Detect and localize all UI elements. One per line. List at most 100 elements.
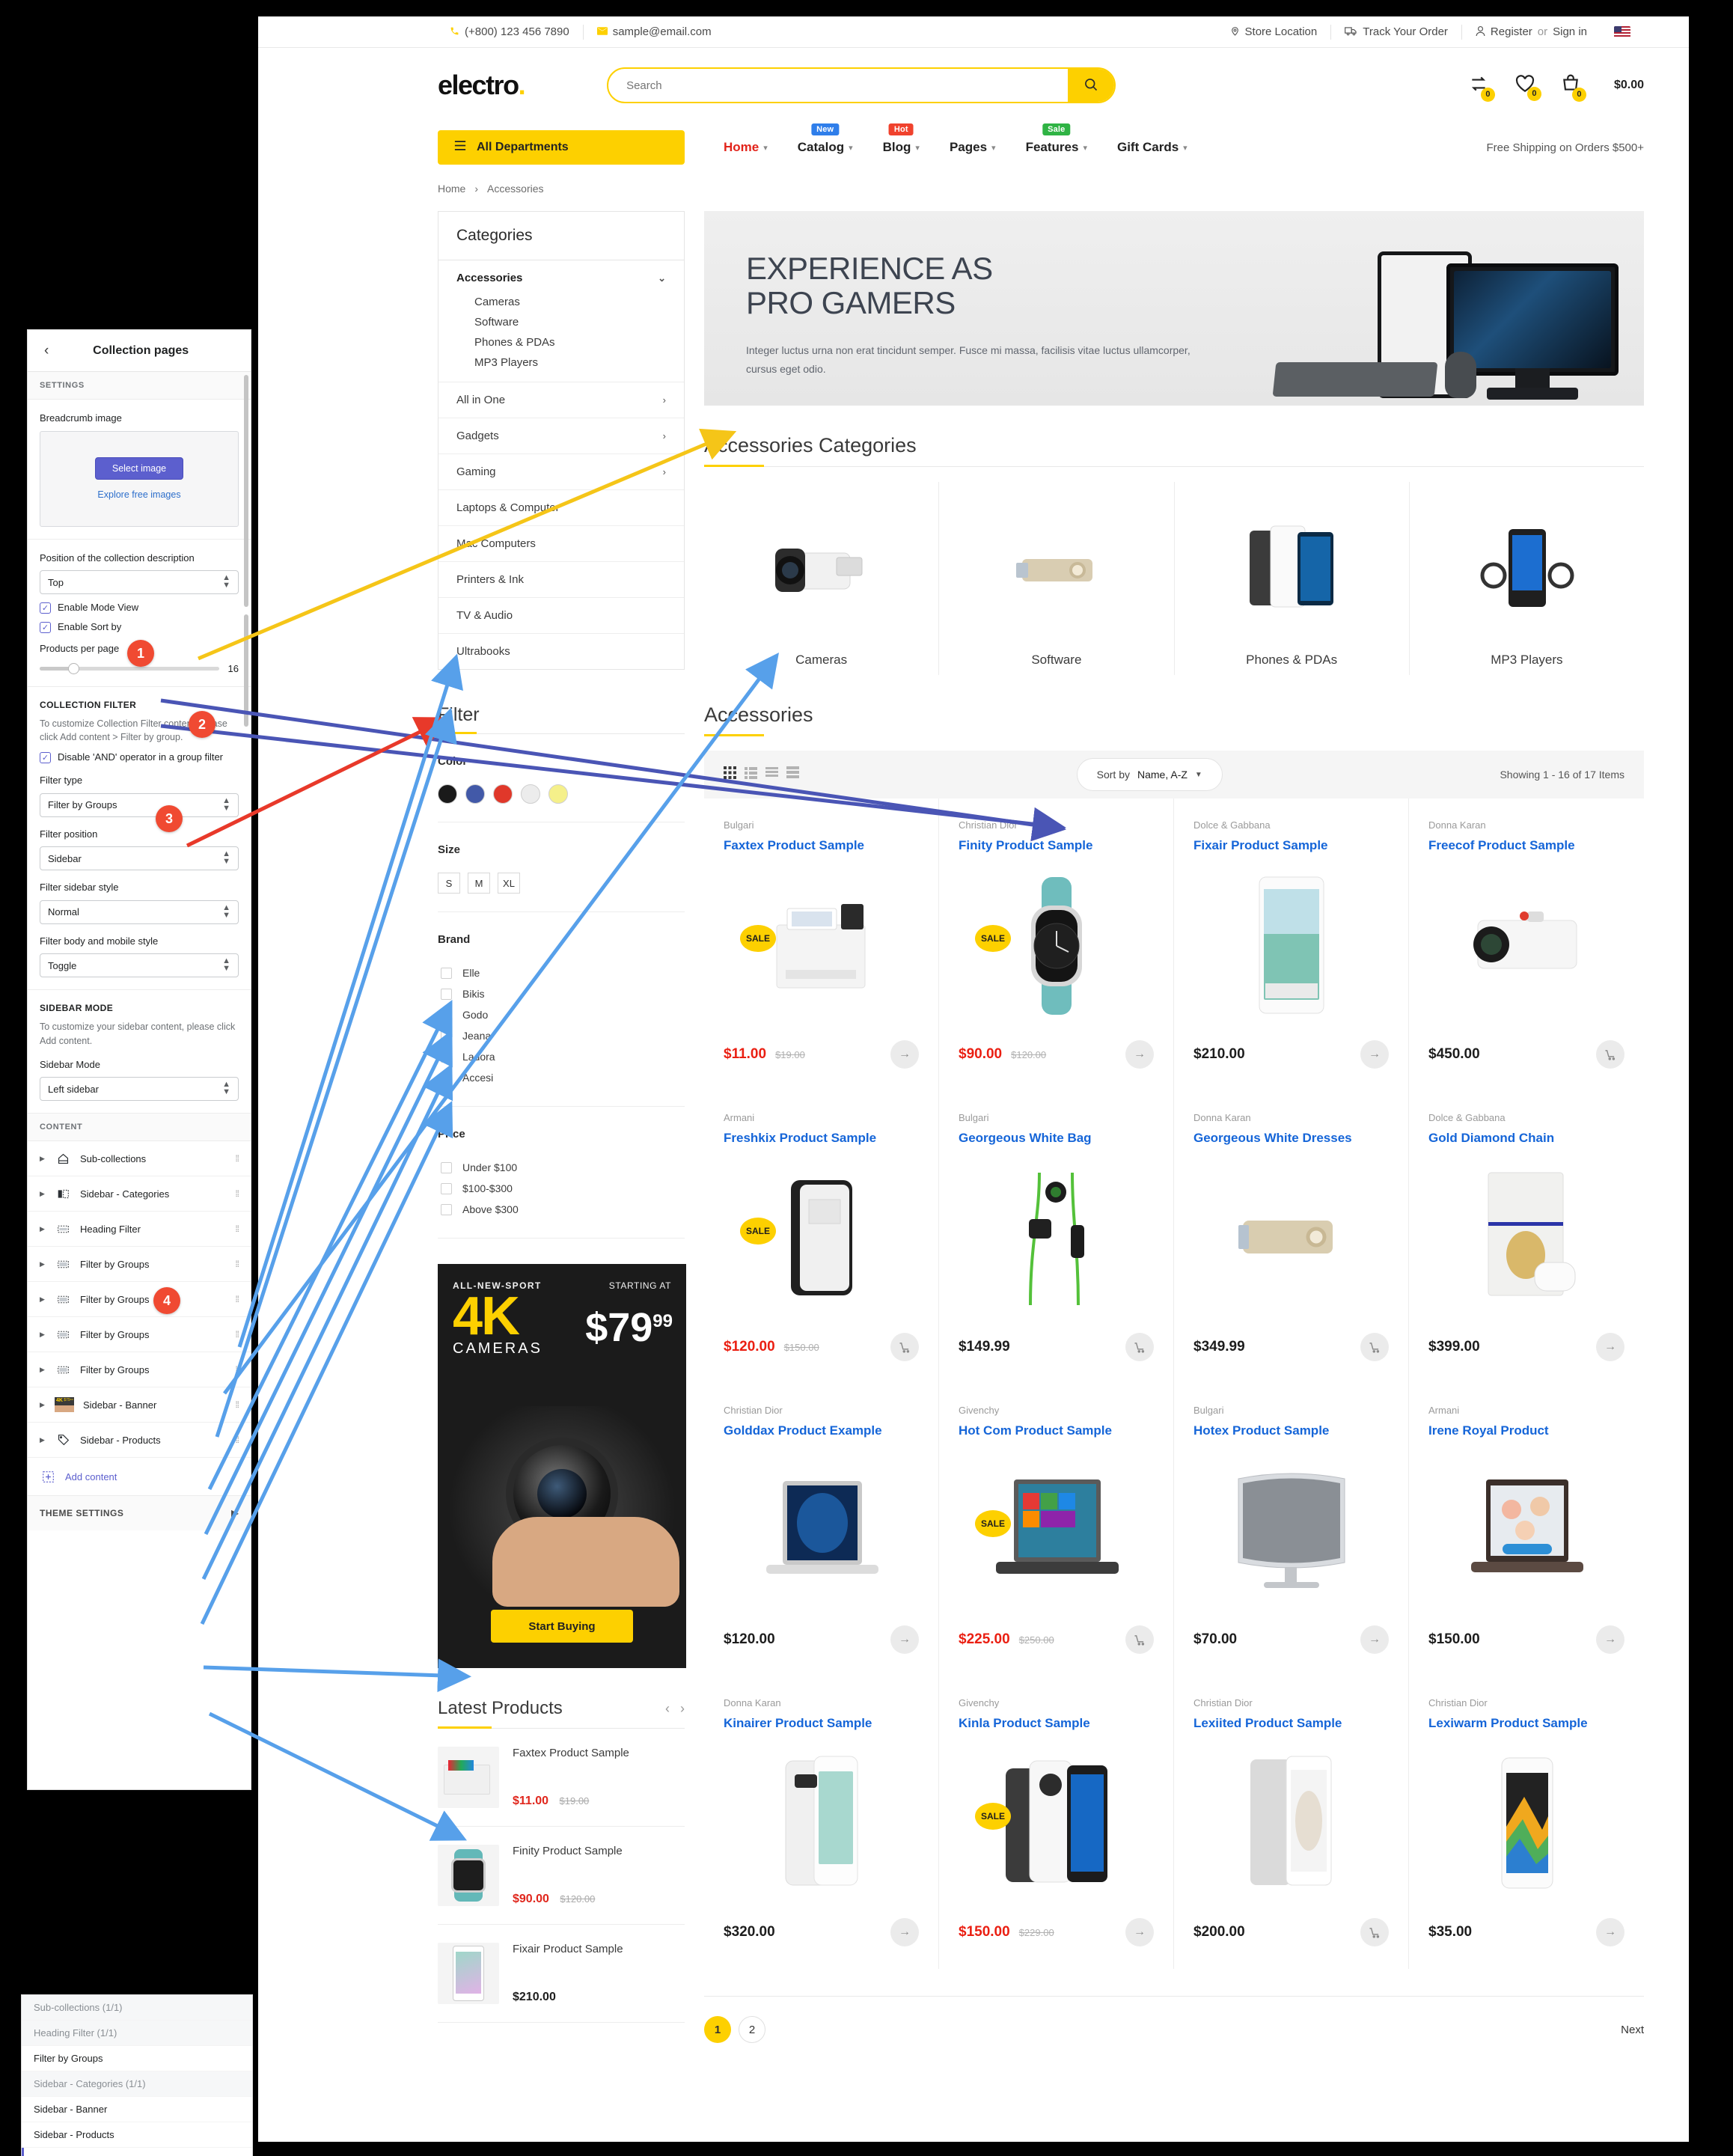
language-selector[interactable] xyxy=(1601,26,1644,37)
page-1-button[interactable]: 1 xyxy=(704,2016,731,2043)
product-action-button[interactable]: → xyxy=(1360,1040,1389,1069)
content-item-filter-by-groups-4[interactable]: ▶ Filter by Groups ⁞⁞ xyxy=(28,1352,251,1388)
product-name[interactable]: Lexiited Product Sample xyxy=(1193,1716,1389,1731)
product-name[interactable]: Freecof Product Sample xyxy=(1428,838,1625,853)
product-name[interactable]: Finity Product Sample xyxy=(959,838,1154,853)
product-name[interactable]: Gold Diamond Chain xyxy=(1428,1131,1625,1146)
explore-free-images-link[interactable]: Explore free images xyxy=(97,489,180,500)
size-option-m[interactable]: M xyxy=(468,873,490,894)
product-action-button[interactable]: → xyxy=(890,1040,919,1069)
panel-scrollbar[interactable] xyxy=(244,614,248,727)
drag-handle-icon[interactable]: ⁞⁞ xyxy=(235,1154,239,1164)
nav-item-pages[interactable]: Pages ▾ xyxy=(935,140,1011,155)
chevron-right-icon[interactable]: ▶ xyxy=(40,1331,46,1339)
chevron-right-icon[interactable]: ▶ xyxy=(40,1190,46,1198)
product-action-button[interactable] xyxy=(890,1333,919,1361)
checkbox[interactable] xyxy=(441,1009,452,1021)
start-buying-button[interactable]: Start Buying xyxy=(491,1610,633,1643)
register-link[interactable]: Register xyxy=(1491,25,1532,38)
content-item-heading-filter[interactable]: ▶ Heading Filter ⁞⁞ xyxy=(28,1212,251,1248)
product-card[interactable]: Christian Dior Lexiited Product Sample $… xyxy=(1174,1676,1409,1969)
phone-contact[interactable]: (+800) 123 456 7890 xyxy=(436,25,583,38)
filter-position-select[interactable]: Sidebar ▲ ▼ xyxy=(40,846,239,871)
category-card-phones[interactable]: Phones & PDAs xyxy=(1175,482,1410,675)
drag-handle-icon[interactable]: ⁞⁞ xyxy=(235,1435,239,1445)
product-name[interactable]: Fixair Product Sample xyxy=(513,1943,685,1955)
content-item-sidebar-products[interactable]: ▶ Sidebar - Products ⁞⁞ xyxy=(28,1423,251,1459)
account-links[interactable]: Register or Sign in xyxy=(1462,25,1601,39)
chevron-right-icon[interactable]: ▶ xyxy=(40,1295,46,1304)
category-card-software[interactable]: Software xyxy=(939,482,1175,675)
drag-handle-icon[interactable]: ⁞⁞ xyxy=(235,1259,239,1269)
content-item-filter-by-groups-2[interactable]: ▶ Filter by Groups ⁞⁞ xyxy=(28,1282,251,1318)
color-swatch-red[interactable] xyxy=(493,784,513,804)
filter-body-style-select[interactable]: Toggle ▲ ▼ xyxy=(40,953,239,978)
product-name[interactable]: Kinla Product Sample xyxy=(959,1716,1154,1731)
product-card[interactable]: Bulgari Hotex Product Sample $70.00 → xyxy=(1174,1384,1409,1676)
filter-type-select[interactable]: Filter by Groups ▲ ▼ xyxy=(40,793,239,817)
add-content-button[interactable]: Add content xyxy=(28,1458,251,1495)
checkbox[interactable]: ✓ xyxy=(40,622,51,634)
track-order-link[interactable]: Track Your Order xyxy=(1331,25,1461,38)
price-option-above-300[interactable]: Above $300 xyxy=(438,1199,685,1220)
product-card[interactable]: Donna Karan Kinairer Product Sample $320… xyxy=(704,1676,939,1969)
product-action-button[interactable]: → xyxy=(1125,1040,1154,1069)
brand-option-bikis[interactable]: Bikis xyxy=(438,983,685,1004)
product-action-button[interactable] xyxy=(1360,1918,1389,1946)
product-name[interactable]: Lexiwarm Product Sample xyxy=(1428,1716,1625,1731)
product-card[interactable]: Christian Dior Golddax Product Example $… xyxy=(704,1384,939,1676)
product-card[interactable]: Givenchy Kinla Product Sample SALE $150.… xyxy=(939,1676,1174,1969)
legend-item-filter-by-groups[interactable]: Filter by Groups xyxy=(22,2046,252,2071)
product-name[interactable]: Faxtex Product Sample xyxy=(513,1747,685,1759)
category-accessories[interactable]: Accessories ⌄ xyxy=(438,260,684,292)
drag-handle-icon[interactable]: ⁞⁞ xyxy=(235,1365,239,1375)
checkbox[interactable] xyxy=(441,1051,452,1063)
content-item-sub-collections[interactable]: ▶ Sub-collections ⁞⁞ xyxy=(28,1141,251,1177)
search-bar[interactable] xyxy=(607,67,1116,103)
legend-add-content-button[interactable]: Add content xyxy=(22,2148,252,2156)
product-card[interactable]: Christian Dior Finity Product Sample SAL… xyxy=(939,798,1174,1091)
nav-item-features[interactable]: Sale Features ▾ xyxy=(1011,123,1102,155)
product-card[interactable]: Givenchy Hot Com Product Sample SALE $22… xyxy=(939,1384,1174,1676)
product-action-button[interactable]: → xyxy=(1596,1333,1625,1361)
sidebar-banner[interactable]: ALL-NEW-SPORT STARTING AT $7999 4K CAMER… xyxy=(438,1264,686,1668)
product-name[interactable]: Fixair Product Sample xyxy=(1193,838,1389,853)
subcategory-mp3-players[interactable]: MP3 Players xyxy=(438,352,684,373)
checkbox[interactable] xyxy=(441,967,452,979)
chevron-right-icon[interactable]: ▶ xyxy=(40,1260,46,1268)
select-image-button[interactable]: Select image xyxy=(94,457,184,480)
product-name[interactable]: Freshkix Product Sample xyxy=(724,1131,919,1146)
nav-item-blog[interactable]: Hot Blog ▾ xyxy=(868,123,935,155)
category-card-mp3[interactable]: MP3 Players xyxy=(1410,482,1644,675)
checkbox[interactable]: ✓ xyxy=(40,752,51,764)
position-select[interactable]: Top ▲ ▼ xyxy=(40,570,239,595)
content-item-sidebar-banner[interactable]: ▶ 4K $79⁹⁹ Sidebar - Banner ⁞⁞ xyxy=(28,1387,251,1423)
grid-view-icon[interactable] xyxy=(724,766,736,783)
drag-handle-icon[interactable]: ⁞⁞ xyxy=(235,1189,239,1199)
product-card[interactable]: Dolce & Gabbana Fixair Product Sample $2… xyxy=(1174,798,1409,1091)
wishlist-button[interactable]: 0 xyxy=(1515,74,1541,101)
checkbox[interactable] xyxy=(441,988,452,1000)
product-card[interactable]: Bulgari Georgeous White Bag $149.99 xyxy=(939,1091,1174,1384)
panel-scrollbar[interactable] xyxy=(244,375,248,607)
brand-option-jeana[interactable]: Jeana xyxy=(438,1025,685,1046)
all-departments-button[interactable]: All Departments xyxy=(438,130,685,165)
product-action-button[interactable]: → xyxy=(1360,1625,1389,1654)
checkbox[interactable] xyxy=(441,1072,452,1084)
list-item[interactable]: Fixair Product Sample $210.00 xyxy=(438,1925,685,2023)
checkbox[interactable] xyxy=(441,1161,452,1173)
subcategory-cameras[interactable]: Cameras xyxy=(438,292,684,312)
product-action-button[interactable] xyxy=(1596,1040,1625,1069)
color-swatch-blue[interactable] xyxy=(465,784,485,804)
hero-banner[interactable]: EXPERIENCE AS PRO GAMERS Integer luctus … xyxy=(704,211,1644,406)
store-location-link[interactable]: Store Location xyxy=(1217,25,1331,39)
chevron-right-icon[interactable]: ▶ xyxy=(40,1225,46,1233)
drag-handle-icon[interactable]: ⁞⁞ xyxy=(235,1330,239,1340)
content-item-filter-by-groups-3[interactable]: ▶ Filter by Groups ⁞⁞ xyxy=(28,1317,251,1353)
category-tv-audio[interactable]: TV & Audio xyxy=(438,598,684,634)
signin-link[interactable]: Sign in xyxy=(1553,25,1587,38)
legend-item-sidebar-products[interactable]: Sidebar - Products xyxy=(22,2122,252,2148)
chevron-right-icon[interactable]: ▶ xyxy=(40,1401,46,1409)
theme-settings-button[interactable]: THEME SETTINGS ▶ xyxy=(28,1495,251,1531)
product-name[interactable]: Faxtex Product Sample xyxy=(724,838,919,853)
